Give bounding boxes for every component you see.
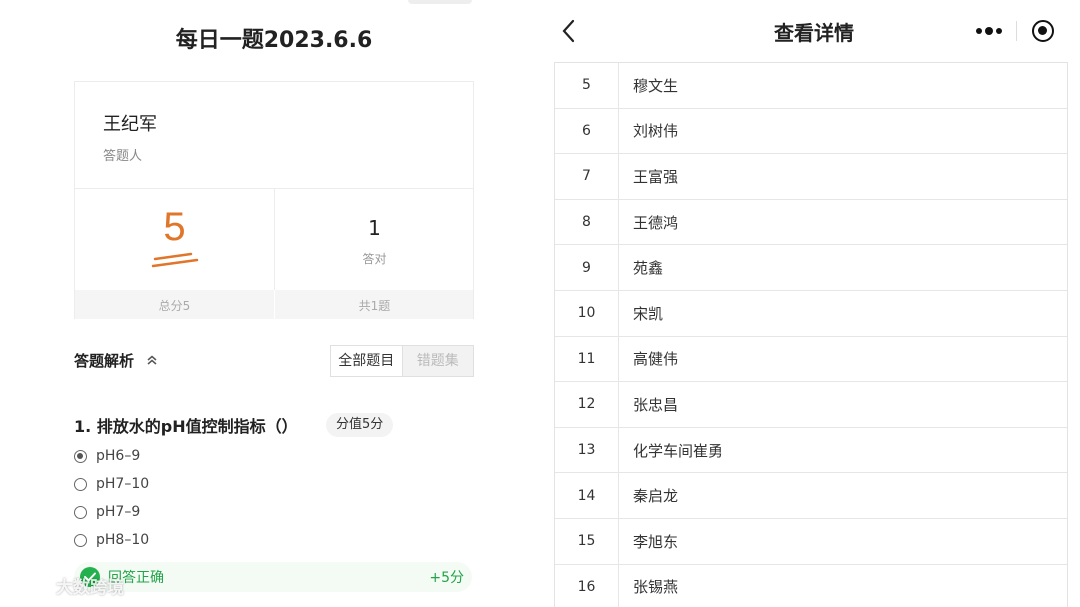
panel-gutter [540, 0, 548, 607]
answerer-label: 答题人 [103, 149, 143, 164]
tab-wrong-questions[interactable]: 错题集 [403, 346, 474, 376]
row-name: 李旭东 [633, 532, 679, 551]
option-label: pH7–9 [96, 504, 141, 520]
row-name: 王德鸿 [633, 213, 679, 232]
table-row[interactable]: 14 秦启龙 [555, 473, 1067, 519]
option-3[interactable]: pH7–9 [74, 502, 140, 522]
row-name: 王富强 [633, 167, 679, 186]
row-name: 秦启龙 [633, 487, 679, 506]
question-filter-tabs: 全部题目 错题集 [330, 345, 474, 377]
answerer-name: 王纪军 [103, 114, 157, 135]
score-card: 王纪军 答题人 5 1 答对 总分5 共1题 [74, 81, 474, 319]
row-name: 苑鑫 [633, 259, 664, 278]
more-dots-icon[interactable] [974, 23, 1004, 39]
row-number: 16 [555, 564, 619, 607]
row-number: 14 [555, 473, 619, 518]
result-bar: 回答正确 +5分 [74, 562, 472, 592]
correct-count: 1 [368, 216, 381, 240]
table-row[interactable]: 12 张忠昌 [555, 382, 1067, 428]
table-row[interactable]: 5 穆文生 [555, 63, 1067, 109]
table-row[interactable]: 8 王德鸿 [555, 199, 1067, 246]
row-name: 化学车间崔勇 [633, 441, 724, 460]
option-1[interactable]: pH6–9 [74, 446, 140, 466]
option-2[interactable]: pH7–10 [74, 474, 149, 494]
table-row[interactable]: 10 宋凯 [555, 291, 1067, 337]
question-text: 1. 排放水的pH值控制指标（） [74, 417, 298, 436]
details-panel: 查看详情 5 穆文生 6 刘树伟 7 王富强 8 王德鸿 9 苑鑫 10 宋凯 … [548, 0, 1080, 607]
row-number: 12 [555, 382, 619, 427]
row-number: 10 [555, 291, 619, 336]
table-row[interactable]: 16 张锡燕 [555, 564, 1067, 607]
table-row[interactable]: 11 高健伟 [555, 336, 1067, 383]
table-row[interactable]: 6 刘树伟 [555, 108, 1067, 155]
radio-checked-icon [74, 449, 87, 463]
option-label: pH7–10 [96, 476, 150, 492]
radio-icon [74, 505, 87, 519]
quiz-result-panel: 每日一题2023.6.6 王纪军 答题人 5 1 答对 总分5 共1题 答题解析… [0, 0, 548, 607]
chevron-up-icon[interactable] [146, 354, 158, 366]
row-name: 张锡燕 [633, 578, 679, 597]
correct-label: 答对 [362, 252, 387, 266]
watermark: 大数跨境 [8, 572, 124, 598]
watermark-logo-icon [10, 576, 49, 594]
row-number: 9 [555, 245, 619, 290]
top-handle [408, 0, 472, 4]
row-number: 7 [555, 154, 619, 199]
tab-all-questions[interactable]: 全部题目 [331, 346, 403, 376]
answerer-table: 5 穆文生 6 刘树伟 7 王富强 8 王德鸿 9 苑鑫 10 宋凯 11 高健… [554, 62, 1068, 607]
watermark-text: 大数跨境 [56, 577, 124, 598]
option-4[interactable]: pH8–10 [74, 530, 149, 550]
close-target-icon[interactable] [1032, 20, 1054, 42]
table-row[interactable]: 9 苑鑫 [555, 245, 1067, 291]
total-questions: 共1题 [358, 299, 391, 313]
total-score: 总分5 [158, 299, 191, 313]
card-footer: 总分5 共1题 [75, 290, 473, 319]
result-points: +5分 [429, 570, 464, 586]
radio-icon [74, 477, 87, 491]
card-divider-vertical [274, 188, 275, 292]
mini-program-capsule [962, 12, 1072, 50]
option-label: pH8–10 [96, 532, 150, 548]
radio-icon [74, 533, 87, 547]
table-row[interactable]: 7 王富强 [555, 154, 1067, 200]
score-underline-icon [151, 252, 199, 268]
row-number: 6 [555, 108, 619, 154]
score-pill: 分值5分 [326, 413, 394, 437]
row-number: 11 [555, 336, 619, 382]
table-row[interactable]: 15 李旭东 [555, 519, 1067, 565]
table-row[interactable]: 13 化学车间崔勇 [555, 427, 1067, 474]
quiz-title: 每日一题2023.6.6 [175, 28, 373, 53]
nav-bar: 查看详情 [548, 0, 1080, 62]
score-value: 5 [163, 205, 186, 249]
option-label: pH6–9 [96, 448, 141, 464]
analysis-title: 答题解析 [74, 352, 135, 370]
row-name: 穆文生 [633, 76, 679, 95]
capsule-divider [1016, 21, 1017, 41]
row-name: 宋凯 [633, 304, 664, 323]
row-number: 5 [555, 63, 619, 108]
row-number: 8 [555, 199, 619, 245]
row-number: 15 [555, 519, 619, 564]
row-number: 13 [555, 427, 619, 473]
row-name: 刘树伟 [633, 122, 679, 141]
row-name: 张忠昌 [633, 395, 679, 414]
row-name: 高健伟 [633, 350, 679, 369]
